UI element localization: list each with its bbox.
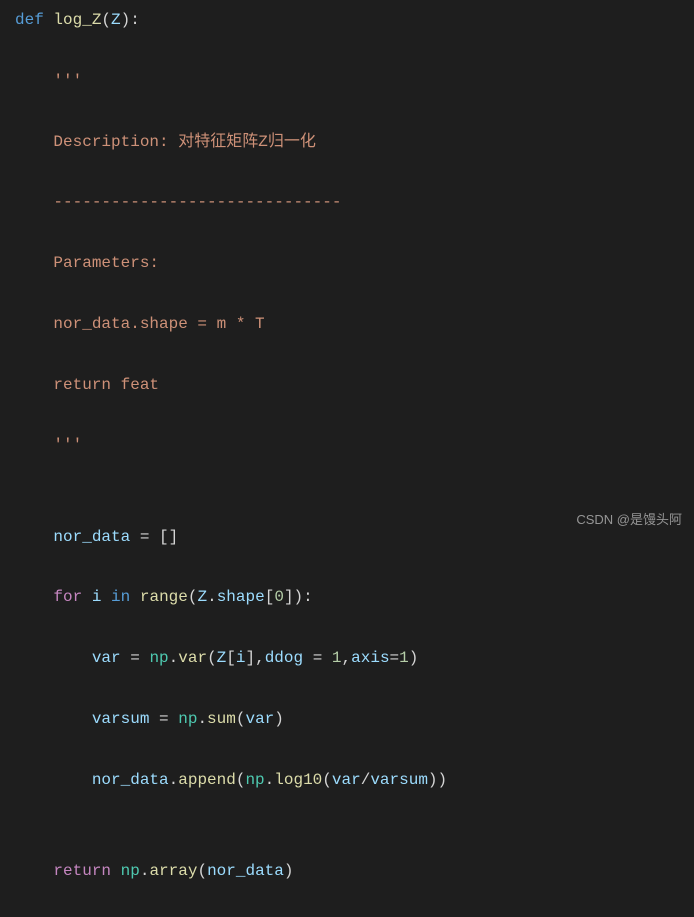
watermark: CSDN @是馒头阿 xyxy=(576,508,682,533)
paren-close: ) xyxy=(409,649,419,667)
eq: = xyxy=(303,649,332,667)
module-np: np xyxy=(149,649,168,667)
docstring-close: ''' xyxy=(15,430,694,460)
dot: . xyxy=(169,649,179,667)
var-nordata: nor_data xyxy=(92,771,169,789)
arg-z: Z xyxy=(217,649,227,667)
docstring-return: return feat xyxy=(15,370,694,400)
arg-var: var xyxy=(332,771,361,789)
docstring-params: Parameters: xyxy=(15,248,694,278)
comma: , xyxy=(342,649,352,667)
dot: . xyxy=(197,710,207,728)
paren: ( xyxy=(236,771,246,789)
docstring-line: nor_data.shape = m * T xyxy=(15,309,694,339)
keyword-def: def xyxy=(15,11,53,29)
bracket: ], xyxy=(246,649,265,667)
num-0: 0 xyxy=(274,588,284,606)
fn-var: var xyxy=(178,649,207,667)
keyword-in: in xyxy=(111,588,130,606)
indent xyxy=(15,588,53,606)
param-z: Z xyxy=(111,11,121,29)
fn-array: array xyxy=(149,862,197,880)
code-block: def log_Z(Z): ''' Description: 对特征矩阵Z归一化… xyxy=(15,5,694,917)
kwarg-axis: axis xyxy=(351,649,389,667)
paren-close: ) xyxy=(284,862,294,880)
paren-close: ) xyxy=(274,710,284,728)
eq: = xyxy=(149,710,178,728)
bracket: [ xyxy=(226,649,236,667)
dot: . xyxy=(169,771,179,789)
space xyxy=(101,588,111,606)
slash: / xyxy=(361,771,371,789)
paren: ( xyxy=(207,649,217,667)
var-i: i xyxy=(92,588,102,606)
var-var: var xyxy=(92,649,121,667)
dot: . xyxy=(207,588,217,606)
paren: ( xyxy=(188,588,198,606)
indent xyxy=(15,528,53,546)
num-1: 1 xyxy=(399,649,409,667)
bracket: [ xyxy=(265,588,275,606)
module-np: np xyxy=(178,710,197,728)
arg-var: var xyxy=(245,710,274,728)
eq: = xyxy=(121,649,150,667)
eq: = xyxy=(390,649,400,667)
paren: ( xyxy=(197,862,207,880)
space xyxy=(82,588,92,606)
indent xyxy=(15,771,92,789)
indent xyxy=(15,862,53,880)
keyword-for: for xyxy=(53,588,82,606)
code-line-1: def log_Z(Z): xyxy=(15,5,694,35)
docstring-open: ''' xyxy=(15,66,694,96)
attr-shape: shape xyxy=(217,588,265,606)
num-1: 1 xyxy=(332,649,342,667)
code-line-14: nor_data.append(np.log10(var/varsum)) xyxy=(15,765,694,795)
space xyxy=(111,862,121,880)
paren-open: ( xyxy=(101,11,111,29)
module-np: np xyxy=(121,862,140,880)
var-varsum: varsum xyxy=(92,710,150,728)
kwarg-ddog: ddog xyxy=(265,649,303,667)
function-name: log_Z xyxy=(53,11,101,29)
fn-log10: log10 xyxy=(274,771,322,789)
module-np: np xyxy=(245,771,264,789)
dot: . xyxy=(140,862,150,880)
fn-range: range xyxy=(140,588,188,606)
arg-varsum: varsum xyxy=(370,771,428,789)
arg-i: i xyxy=(236,649,246,667)
paren-close: ): xyxy=(121,11,140,29)
code-line-11: for i in range(Z.shape[0]): xyxy=(15,582,694,612)
code-line-16: return np.array(nor_data) xyxy=(15,856,694,886)
indent xyxy=(15,710,92,728)
code-line-13: varsum = np.sum(var) xyxy=(15,704,694,734)
fn-sum: sum xyxy=(207,710,236,728)
paren-close: )) xyxy=(428,771,447,789)
paren: ( xyxy=(322,771,332,789)
close: ]): xyxy=(284,588,313,606)
dot: . xyxy=(265,771,275,789)
assign: = [] xyxy=(130,528,178,546)
space xyxy=(130,588,140,606)
docstring-desc: Description: 对特征矩阵Z归一化 xyxy=(15,127,694,157)
var-nordata: nor_data xyxy=(53,528,130,546)
paren: ( xyxy=(236,710,246,728)
code-line-12: var = np.var(Z[i],ddog = 1,axis=1) xyxy=(15,643,694,673)
docstring-sep: ------------------------------ xyxy=(15,187,694,217)
indent xyxy=(15,649,92,667)
arg-nordata: nor_data xyxy=(207,862,284,880)
var-z: Z xyxy=(197,588,207,606)
fn-append: append xyxy=(178,771,236,789)
keyword-return: return xyxy=(53,862,111,880)
